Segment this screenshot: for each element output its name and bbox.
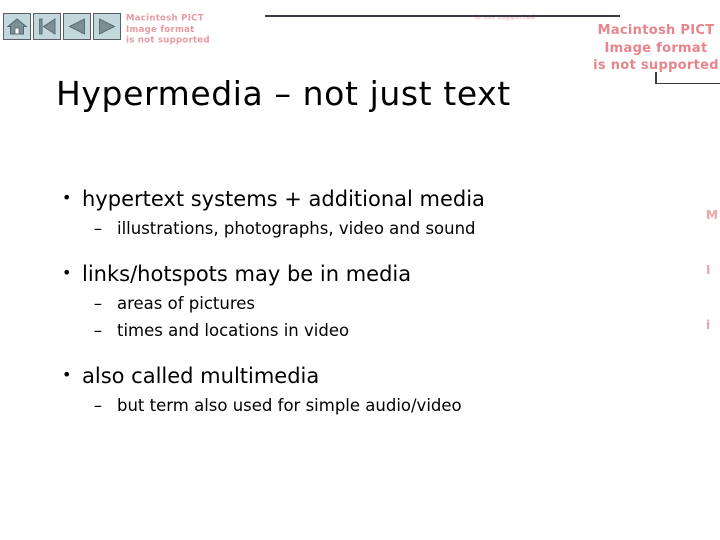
placeholder-line-1: Macintosh PICT	[597, 23, 715, 38]
sub-bullet-text: areas of pictures	[117, 293, 256, 313]
frame-corner-horizontal	[655, 82, 720, 84]
placeholder-line-1: Macintosh PICT	[126, 13, 204, 24]
slide-canvas: Macintosh PICT Image format is not suppo…	[0, 0, 720, 540]
sub-bullet-item: – but term also used for simple audio/vi…	[56, 395, 656, 417]
bullet-group: • hypertext systems + additional media –…	[56, 186, 656, 240]
skip-to-start-icon	[37, 17, 57, 36]
placeholder-line-2: Image format	[604, 40, 708, 56]
placeholder-line-3: is not supported	[126, 35, 210, 46]
broken-image-placeholder-top-right: Macintosh PICT Image format is not suppo…	[592, 22, 720, 75]
sub-bullet-text: but term also used for simple audio/vide…	[117, 395, 462, 415]
bullet-group: • links/hotspots may be in media – areas…	[56, 261, 656, 342]
next-icon	[97, 17, 117, 36]
dash-marker-icon: –	[93, 218, 102, 238]
bullet-marker-icon: •	[62, 365, 72, 385]
sub-bullet-item: – times and locations in video	[56, 320, 656, 342]
placeholder-line-3: i	[706, 318, 711, 333]
first-slide-button[interactable]	[33, 13, 61, 40]
bullet-item: • also called multimedia	[56, 363, 656, 390]
next-slide-button[interactable]	[93, 13, 121, 40]
broken-image-placeholder-top-left: Macintosh PICT Image format is not suppo…	[126, 13, 256, 46]
placeholder-line-1: M	[706, 208, 719, 222]
bullet-group: • also called multimedia – but term also…	[56, 363, 656, 417]
bullet-text: also called multimedia	[82, 364, 320, 389]
bullet-text: links/hotspots may be in media	[82, 261, 412, 286]
previous-slide-button[interactable]	[63, 13, 91, 40]
bullet-marker-icon: •	[62, 188, 72, 207]
sub-bullet-text: illustrations, photographs, video and so…	[117, 218, 476, 238]
placeholder-line-2: Image format	[126, 24, 195, 35]
bullet-marker-icon: •	[62, 262, 72, 282]
navigation-bar	[3, 13, 121, 40]
dash-marker-icon: –	[93, 395, 102, 415]
sub-bullet-item: – areas of pictures	[56, 293, 656, 315]
broken-image-placeholder-right-edge: M I i	[706, 188, 720, 354]
dash-marker-icon: –	[93, 293, 102, 313]
header-divider	[265, 15, 620, 17]
placeholder-line-2: I	[706, 263, 711, 278]
previous-icon	[67, 17, 87, 36]
sub-bullet-text: times and locations in video	[117, 320, 350, 340]
bullet-item: • links/hotspots may be in media	[56, 261, 656, 288]
sub-bullet-item: – illustrations, photographs, video and …	[56, 218, 656, 240]
dash-marker-icon: –	[93, 320, 102, 340]
slide-body: • hypertext systems + additional media –…	[56, 186, 656, 417]
bullet-text: hypertext systems + additional media	[82, 187, 485, 211]
home-icon	[7, 17, 27, 36]
home-button[interactable]	[3, 13, 31, 40]
page-title: Hypermedia – not just text	[56, 74, 511, 113]
bullet-item: • hypertext systems + additional media	[56, 186, 656, 213]
